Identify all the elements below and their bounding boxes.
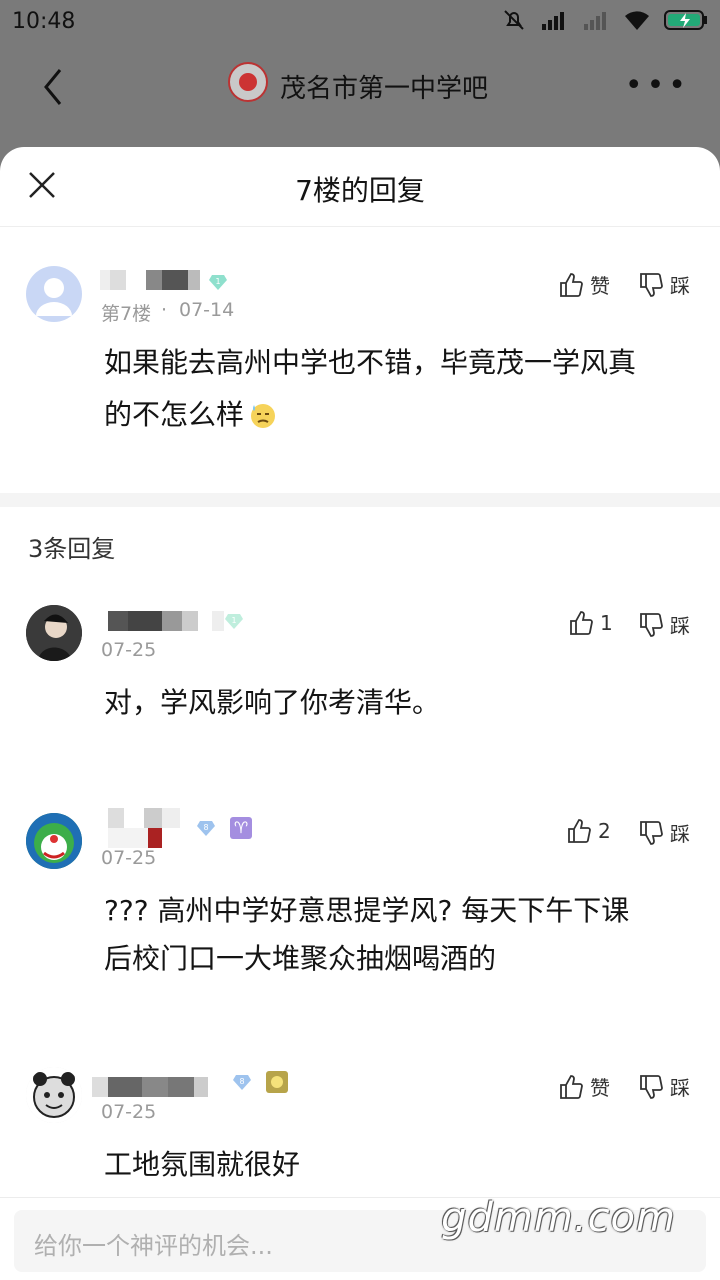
post-floor: 第7楼: [101, 303, 152, 325]
thumbs-up-icon: [560, 272, 583, 297]
svg-text:8: 8: [239, 1077, 244, 1086]
dislike-label: 踩: [670, 274, 690, 298]
sheet-header: 7楼的回复: [0, 147, 720, 227]
status-icons: [502, 8, 708, 32]
svg-text:8: 8: [203, 823, 208, 832]
username-blurred[interactable]: [92, 1077, 218, 1097]
dislike-button[interactable]: 踩: [638, 610, 690, 639]
default-avatar-icon: [36, 278, 72, 316]
sweat-emoji-icon: [251, 404, 276, 428]
mute-icon: [504, 10, 524, 30]
thumbs-down-icon: [640, 820, 663, 845]
reply-date: 07-25: [101, 639, 157, 661]
like-count: 1: [600, 611, 613, 635]
thumbs-up-icon: [568, 819, 591, 843]
reply-content-line2: 后校门口一大堆聚众抽烟喝酒的: [104, 942, 497, 975]
post-content-line2: 的不怎么样: [104, 398, 245, 431]
meta-separator: ·: [161, 299, 168, 321]
post-content-line1: 如果能去高州中学也不错，毕竟茂一学风真: [104, 346, 637, 379]
dislike-button[interactable]: 踩: [638, 1072, 690, 1101]
dislike-button[interactable]: 踩: [638, 818, 690, 847]
like-label: 赞: [590, 274, 610, 298]
thumbs-up-icon: [570, 611, 593, 635]
username-blurred[interactable]: [108, 611, 224, 631]
sun-badge-icon: [266, 1071, 288, 1093]
wifi-icon: [625, 11, 649, 30]
avatar[interactable]: [26, 266, 82, 322]
more-options-button[interactable]: •••: [625, 68, 690, 103]
forum-top-bar: 茂名市第一中学吧 •••: [0, 44, 720, 144]
thumbs-up-icon: [560, 1074, 583, 1099]
username-blurred[interactable]: [100, 270, 200, 290]
thumbs-down-icon: [640, 612, 663, 637]
reply-sheet: 7楼的回复 1 第7楼 · 07-14 赞 踩 如果能去高州中学也不错，毕竟茂一…: [0, 147, 720, 1280]
status-bar: 10:48: [0, 0, 720, 44]
aries-zodiac-icon: ♈: [230, 817, 252, 839]
like-button[interactable]: 1: [568, 610, 613, 636]
forum-title[interactable]: 茂名市第一中学吧: [280, 68, 488, 105]
signal-icon: [584, 12, 606, 30]
post-content-line2-row: 的不怎么样: [104, 389, 278, 441]
like-button[interactable]: 赞: [558, 1072, 610, 1101]
level-badge-icon: 1: [225, 614, 243, 629]
comment-input-placeholder: 给你一个神评的机会...: [34, 1232, 273, 1260]
reply-content-line1: 工地氛围就很好: [104, 1148, 301, 1181]
dislike-label: 踩: [670, 822, 690, 846]
like-label: 赞: [590, 1076, 610, 1100]
like-button[interactable]: 2: [566, 818, 611, 844]
level-badge-icon: 8: [233, 1075, 251, 1090]
username-blurred-2: [108, 828, 162, 848]
sheet-title: 7楼的回复: [295, 174, 425, 207]
like-button[interactable]: 赞: [558, 270, 610, 299]
meme-avatar-icon: [26, 1067, 82, 1123]
avatar[interactable]: [26, 813, 82, 869]
thumbs-down-icon: [640, 1074, 663, 1099]
back-button[interactable]: [30, 62, 80, 112]
photo-avatar-icon: [26, 605, 82, 661]
avatar[interactable]: [26, 1067, 82, 1123]
section-divider: [0, 493, 720, 507]
reply-count: 3条回复: [28, 535, 116, 563]
thumbs-down-icon: [640, 272, 663, 297]
post-date: 07-14: [179, 299, 235, 321]
reply-date: 07-25: [101, 1101, 157, 1123]
dislike-button[interactable]: 踩: [638, 270, 690, 299]
level-badge-icon: 1: [209, 275, 227, 290]
username-blurred[interactable]: [108, 808, 180, 828]
status-time: 10:48: [12, 9, 76, 34]
dislike-label: 踩: [670, 614, 690, 638]
reply-content-line1: ??? 高州中学好意思提学风? 每天下午下课: [104, 894, 630, 927]
reply-date: 07-25: [101, 847, 157, 869]
avatar[interactable]: [26, 605, 82, 661]
level-badge-icon: 8: [197, 821, 215, 836]
battery-charging-icon: [664, 10, 707, 30]
cartoon-avatar-icon: [26, 813, 82, 869]
reply-content-line1: 对，学风影响了你考清华。: [104, 686, 441, 719]
hd-signal-icon: [542, 12, 564, 30]
svg-text:1: 1: [231, 616, 236, 625]
forum-logo: [228, 62, 268, 102]
svg-text:1: 1: [215, 277, 220, 286]
watermark: gdmm.com: [441, 1195, 676, 1241]
dislike-label: 踩: [670, 1076, 690, 1100]
like-count: 2: [598, 819, 611, 843]
